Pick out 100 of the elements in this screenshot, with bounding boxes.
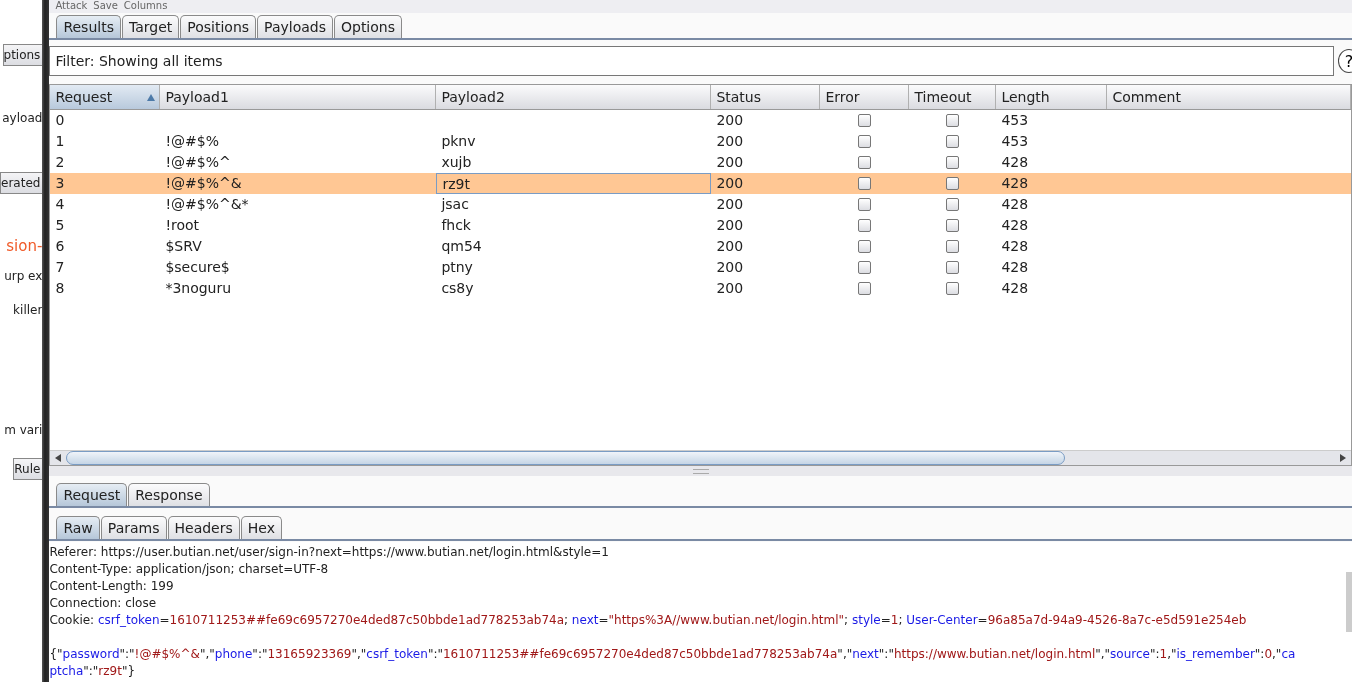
request-line: {"password":"!@#$%^&","phone":"13165923369","csrf_token":"1610711253##fe69c6957270e4ded87c50bbde1ad778253ab74a","next":"https://www.butian.net/login.html","source":1,"is_remember":0,"ca bbox=[49, 646, 1296, 663]
table-row[interactable]: 8 *3noguru cs8y 200 428 bbox=[50, 278, 1351, 299]
label-text: m vari bbox=[4, 422, 43, 439]
button[interactable]: erated bbox=[0, 172, 43, 194]
checkbox[interactable] bbox=[858, 261, 872, 274]
tab[interactable]: Response bbox=[128, 483, 210, 506]
column-header[interactable]: Request bbox=[50, 85, 161, 109]
checkbox[interactable] bbox=[946, 135, 960, 148]
table-cell-text: 200 bbox=[715, 195, 745, 214]
button[interactable]: ptions bbox=[2, 44, 43, 66]
column-header[interactable]: Error bbox=[820, 85, 910, 109]
filter-bar[interactable]: Filter: Showing all items bbox=[49, 46, 1334, 76]
tab[interactable]: Params bbox=[100, 516, 167, 539]
table-cell-text: *3noguru bbox=[164, 279, 233, 298]
request-line: Content-Length: 199 bbox=[49, 578, 174, 595]
column-header[interactable]: Payload1 bbox=[160, 85, 437, 109]
table-cell-text: 200 bbox=[715, 153, 745, 172]
table-cell-text: 200 bbox=[715, 111, 745, 130]
label-text: ayload bbox=[2, 110, 43, 127]
column-header[interactable]: Payload2 bbox=[436, 85, 712, 109]
table-cell-text: !root bbox=[164, 216, 201, 235]
table-cell-text: 453 bbox=[1000, 132, 1030, 151]
menu-item[interactable]: Columns bbox=[123, 0, 168, 13]
checkbox[interactable] bbox=[946, 177, 960, 190]
vertical-scrollbar[interactable] bbox=[1346, 572, 1352, 632]
checkbox[interactable] bbox=[946, 198, 960, 211]
table-cell-text: 200 bbox=[715, 132, 745, 151]
table-cell-text: xujb bbox=[440, 153, 473, 172]
horizontal-scrollbar[interactable] bbox=[50, 450, 1351, 465]
checkbox[interactable] bbox=[858, 198, 872, 211]
left-arrow-icon[interactable] bbox=[54, 454, 63, 462]
tab[interactable]: Raw bbox=[56, 516, 100, 539]
table-cell-text: $secure$ bbox=[164, 258, 231, 277]
checkbox[interactable] bbox=[946, 156, 960, 169]
table-cell-text: 428 bbox=[1000, 174, 1030, 193]
table-row[interactable]: 5 !root fhck 200 428 bbox=[50, 215, 1351, 236]
checkbox[interactable] bbox=[946, 114, 960, 127]
table-cell-text: 8 bbox=[54, 279, 66, 298]
checkbox[interactable] bbox=[858, 282, 872, 295]
column-header[interactable]: Status bbox=[711, 85, 821, 109]
table-cell-text: 428 bbox=[1000, 153, 1030, 172]
checkbox[interactable] bbox=[946, 219, 960, 232]
tab[interactable]: Positions bbox=[180, 15, 257, 38]
table-cell-text: !@#$%^ bbox=[164, 153, 232, 172]
column-header[interactable]: Comment bbox=[1107, 85, 1351, 109]
menu-item[interactable]: Attack bbox=[55, 0, 88, 13]
button[interactable]: Rule bbox=[13, 458, 43, 480]
checkbox[interactable] bbox=[858, 240, 872, 253]
checkbox[interactable] bbox=[858, 177, 872, 190]
table-cell-text: 1 bbox=[54, 132, 66, 151]
checkbox[interactable] bbox=[946, 261, 960, 274]
checkbox[interactable] bbox=[858, 156, 872, 169]
tab[interactable]: Request bbox=[56, 483, 128, 506]
request-editor[interactable] bbox=[49, 542, 1352, 682]
menu-item[interactable]: Save bbox=[93, 0, 118, 13]
table-cell-text: $SRV bbox=[164, 237, 203, 256]
table-cell-text: qm54 bbox=[440, 237, 483, 256]
table-cell-text: 200 bbox=[715, 216, 745, 235]
column-header[interactable]: Timeout bbox=[909, 85, 997, 109]
table-cell-text: 2 bbox=[54, 153, 66, 172]
checkbox[interactable] bbox=[858, 219, 872, 232]
table-cell-text: !@#$%^&* bbox=[164, 195, 250, 214]
table-cell-text: fhck bbox=[440, 216, 472, 235]
table-row[interactable]: 6 $SRV qm54 200 428 bbox=[50, 236, 1351, 257]
request-line: Connection: close bbox=[49, 595, 157, 612]
table-cell-text: cs8y bbox=[440, 279, 475, 298]
table-cell-text: 428 bbox=[1000, 195, 1030, 214]
tab[interactable]: Target bbox=[121, 15, 180, 38]
table-row[interactable]: 3 !@#$%^& rz9t 200 428 bbox=[50, 173, 1351, 194]
table-cell-text: 428 bbox=[1000, 237, 1030, 256]
table-cell-text: 428 bbox=[1000, 279, 1030, 298]
table-cell-text: 6 bbox=[54, 237, 66, 256]
tab[interactable]: Options bbox=[333, 15, 402, 38]
checkbox[interactable] bbox=[858, 135, 872, 148]
splitter-handle[interactable] bbox=[692, 468, 709, 474]
table-row[interactable]: 2 !@#$%^ xujb 200 428 bbox=[50, 152, 1351, 173]
help-button[interactable]: ? bbox=[1338, 49, 1352, 73]
tab[interactable]: Hex bbox=[240, 516, 282, 539]
checkbox[interactable] bbox=[858, 114, 872, 127]
column-header[interactable]: Length bbox=[996, 85, 1108, 109]
table-cell-text: ptny bbox=[440, 258, 474, 277]
tab[interactable]: Results bbox=[56, 15, 121, 38]
table-cell: rz9t bbox=[436, 173, 712, 194]
table-row[interactable]: 0 200 453 bbox=[50, 110, 1351, 131]
table-row[interactable]: 1 !@#$% pknv 200 453 bbox=[50, 131, 1351, 152]
request-line: ptcha":"rz9t"} bbox=[49, 663, 136, 680]
checkbox[interactable] bbox=[946, 282, 960, 295]
right-arrow-icon[interactable] bbox=[1339, 454, 1347, 462]
table-cell-text: 200 bbox=[715, 279, 745, 298]
label-text: urp ex bbox=[4, 268, 43, 285]
table-cell-text: 7 bbox=[54, 258, 66, 277]
table-cell-text: 4 bbox=[54, 195, 66, 214]
tab[interactable]: Headers bbox=[167, 516, 240, 539]
table-row[interactable]: 7 $secure$ ptny 200 428 bbox=[50, 257, 1351, 278]
table-row[interactable]: 4 !@#$%^&* jsac 200 428 bbox=[50, 194, 1351, 215]
label-text: killer bbox=[13, 302, 43, 319]
checkbox[interactable] bbox=[946, 240, 960, 253]
tab[interactable]: Payloads bbox=[257, 15, 333, 38]
table-cell-text: jsac bbox=[440, 195, 470, 214]
table-cell-text: 428 bbox=[1000, 216, 1030, 235]
